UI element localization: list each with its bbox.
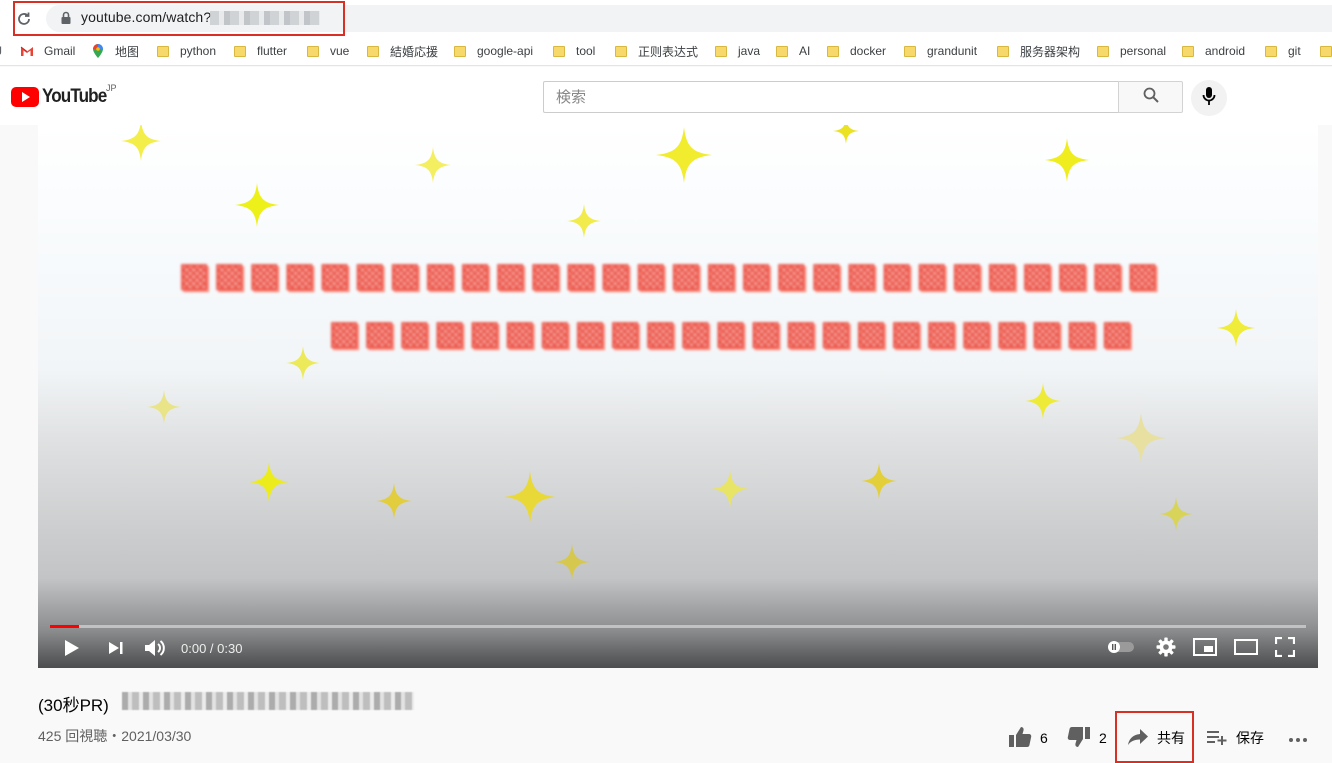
search-box[interactable] bbox=[543, 81, 1119, 113]
theater-mode-button[interactable] bbox=[1232, 638, 1260, 660]
progress-bar[interactable] bbox=[50, 625, 1306, 628]
bookmark-gmail[interactable]: Gmail bbox=[20, 43, 75, 59]
save-label: 保存 bbox=[1236, 730, 1264, 746]
bookmarks-bar: J Gmail 地图 python flutter vue 結婚応援 googl… bbox=[0, 36, 1332, 66]
thumbs-up-icon bbox=[1008, 726, 1032, 751]
volume-icon bbox=[144, 638, 166, 663]
folder-icon bbox=[454, 45, 466, 57]
folder-icon bbox=[904, 45, 916, 57]
bookmark-java[interactable]: java bbox=[715, 43, 760, 59]
folder-icon bbox=[615, 45, 627, 57]
folder-icon bbox=[1265, 45, 1277, 57]
bookmark-regex[interactable]: 正则表达式 bbox=[615, 43, 698, 59]
folder-icon bbox=[1320, 45, 1332, 57]
more-horizontal-icon bbox=[1288, 730, 1308, 746]
video-player[interactable]: ▩▩▩▩▩▩▩▩▩▩▩▩▩▩▩▩▩▩▩▩▩▩▩▩▩▩▩▩ ▩▩▩▩▩▩▩▩▩▩▩… bbox=[38, 125, 1318, 668]
microphone-icon bbox=[1202, 86, 1216, 111]
voice-search-button[interactable] bbox=[1191, 80, 1227, 116]
dislike-count: 2 bbox=[1099, 730, 1107, 746]
folder-icon bbox=[997, 45, 1009, 57]
search-input[interactable] bbox=[544, 82, 1119, 112]
miniplayer-icon bbox=[1193, 637, 1217, 661]
skip-next-icon bbox=[108, 641, 124, 660]
folder-icon bbox=[715, 45, 727, 57]
theater-mode-icon bbox=[1234, 638, 1258, 660]
more-actions-button[interactable] bbox=[1288, 722, 1308, 754]
gear-icon bbox=[1156, 637, 1176, 662]
browser-address-row: youtube.com/watch? bbox=[0, 0, 1332, 36]
fullscreen-icon bbox=[1274, 636, 1296, 662]
folder-icon bbox=[1097, 45, 1109, 57]
volume-button[interactable] bbox=[142, 638, 168, 662]
youtube-wordmark: YouTube bbox=[42, 86, 107, 107]
bookmark-ai[interactable]: AI bbox=[776, 43, 810, 59]
playlist-add-icon bbox=[1206, 728, 1228, 749]
bookmark-google-api[interactable]: google-api bbox=[454, 43, 533, 59]
like-count: 6 bbox=[1040, 730, 1048, 746]
youtube-play-logo-icon bbox=[11, 87, 39, 107]
youtube-header: YouTube JP bbox=[0, 67, 1332, 125]
video-caption-line-2: ▩▩▩▩▩▩▩▩▩▩▩▩▩▩▩▩▩▩▩▩▩▩▩ bbox=[328, 314, 1136, 352]
view-count-date: 425 回視聴・2021/03/30 bbox=[38, 728, 192, 744]
play-button[interactable] bbox=[60, 639, 84, 661]
bookmark-vue[interactable]: vue bbox=[307, 43, 349, 59]
miniplayer-button[interactable] bbox=[1192, 637, 1218, 661]
progress-fill bbox=[50, 625, 79, 628]
bookmark-maps[interactable]: 地图 bbox=[92, 43, 139, 59]
folder-icon bbox=[553, 45, 565, 57]
bookmark-python[interactable]: python bbox=[157, 43, 216, 59]
search-icon bbox=[1143, 87, 1159, 108]
bookmark-git[interactable]: git bbox=[1265, 43, 1301, 59]
autoplay-toggle-icon bbox=[1107, 640, 1135, 659]
gmail-icon bbox=[20, 46, 34, 57]
bookmark-server-arch[interactable]: 服务器架构 bbox=[997, 43, 1080, 59]
maps-pin-icon bbox=[92, 44, 104, 58]
like-button[interactable]: 6 bbox=[1008, 722, 1048, 754]
fullscreen-button[interactable] bbox=[1273, 636, 1297, 662]
country-code: JP bbox=[106, 83, 117, 93]
youtube-logo[interactable]: YouTube bbox=[11, 86, 113, 108]
autoplay-toggle[interactable] bbox=[1106, 639, 1136, 659]
video-caption-line-1: ▩▩▩▩▩▩▩▩▩▩▩▩▩▩▩▩▩▩▩▩▩▩▩▩▩▩▩▩ bbox=[178, 256, 1162, 294]
bookmark-truncated[interactable]: J bbox=[0, 43, 2, 59]
folder-icon bbox=[367, 45, 379, 57]
dislike-button[interactable]: 2 bbox=[1067, 722, 1107, 754]
thumbs-down-icon bbox=[1067, 726, 1091, 751]
search-button[interactable] bbox=[1118, 81, 1183, 113]
bookmark-docker[interactable]: docker bbox=[827, 43, 886, 59]
bookmark-overflow[interactable] bbox=[1320, 43, 1332, 59]
bookmark-marriage[interactable]: 結婚応援 bbox=[367, 43, 438, 59]
folder-icon bbox=[1182, 45, 1194, 57]
folder-icon bbox=[157, 45, 169, 57]
next-button[interactable] bbox=[104, 639, 128, 661]
share-highlight-box bbox=[1115, 711, 1194, 763]
video-title-redacted bbox=[122, 692, 414, 710]
video-title: (30秒PR) bbox=[38, 696, 109, 715]
folder-icon bbox=[307, 45, 319, 57]
bookmark-personal[interactable]: personal bbox=[1097, 43, 1166, 59]
bookmark-tool[interactable]: tool bbox=[553, 43, 595, 59]
url-highlight-box bbox=[13, 1, 345, 36]
bookmark-flutter[interactable]: flutter bbox=[234, 43, 287, 59]
bookmark-grandunit[interactable]: grandunit bbox=[904, 43, 977, 59]
settings-button[interactable] bbox=[1154, 637, 1178, 661]
folder-icon bbox=[234, 45, 246, 57]
bookmark-android[interactable]: android bbox=[1182, 43, 1245, 59]
play-icon bbox=[64, 639, 80, 662]
folder-icon bbox=[776, 45, 788, 57]
save-button[interactable]: 保存 bbox=[1206, 722, 1264, 754]
time-display: 0:00 / 0:30 bbox=[181, 641, 243, 656]
folder-icon bbox=[827, 45, 839, 57]
